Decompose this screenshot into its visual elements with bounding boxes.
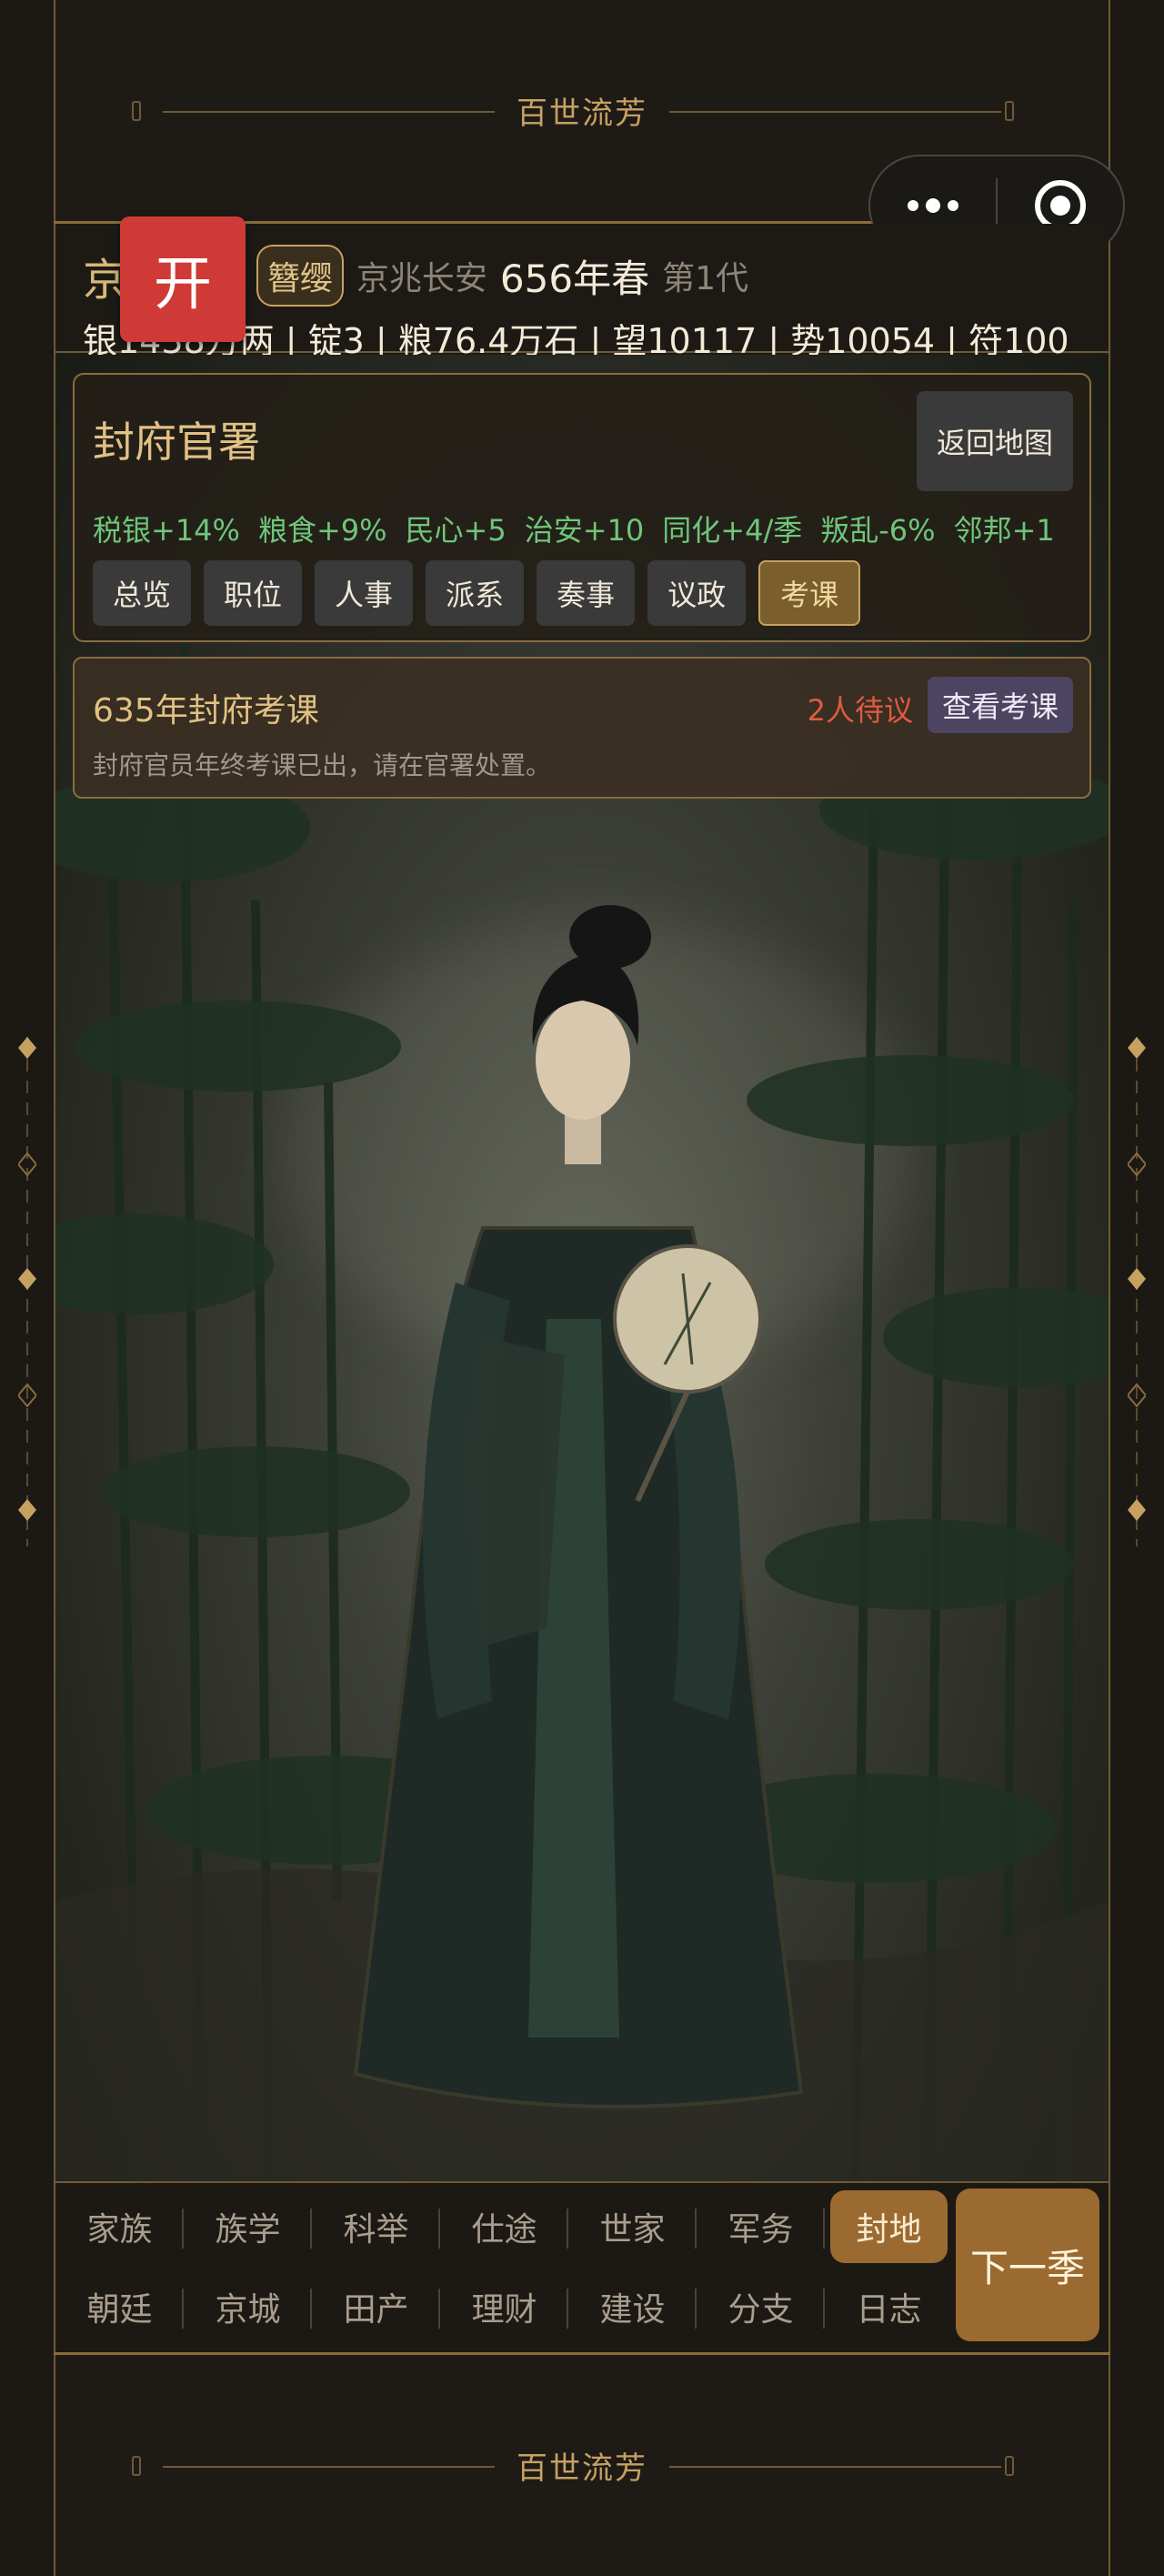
nav-capital[interactable]: 京城 [184,2270,312,2343]
bottom-nav: 家族 族学 科举 仕途 世家 军务 封地 朝廷 京城 田产 理财 建设 分支 日… [55,2181,1109,2352]
view-evaluation-button[interactable]: 查看考课 [928,677,1073,733]
stat-neighbors: 邻邦+1 [953,513,1055,548]
panel-title: 封府官署 [93,418,260,467]
location-label: 京兆长安 [356,260,487,297]
tab-deliberation[interactable]: 议政 [647,560,747,626]
right-side-ornament [1128,1037,1146,1546]
nav-imperial-exam[interactable]: 科举 [312,2190,440,2263]
tab-personnel[interactable]: 人事 [315,560,414,626]
more-options-icon[interactable] [870,198,996,213]
rank-badge: 簪缨 [256,245,344,307]
pending-count: 2人待议 [807,693,913,728]
stat-order: 治安+10 [524,513,645,548]
stat-rebellion: 叛乱-6% [820,513,936,548]
tab-positions[interactable]: 职位 [204,560,303,626]
evaluation-description: 封府官员年终考课已出，请在官署处置。 [93,750,552,780]
nav-finance[interactable]: 理财 [440,2270,568,2343]
banner-title: 百世流芳 [517,2450,647,2487]
banner-ornament [132,100,141,121]
tab-memorials[interactable]: 奏事 [537,560,636,626]
evaluation-title: 635年封府考课 [93,692,319,730]
nav-clan-school[interactable]: 族学 [184,2190,312,2263]
evaluation-card: 635年封府考课 2人待议 查看考课 封府官员年终考课已出，请在官署处置。 [73,657,1091,799]
year-season: 656年春 [499,256,650,301]
nav-construction[interactable]: 建设 [568,2270,697,2343]
tab-factions[interactable]: 派系 [426,560,525,626]
next-season-button[interactable]: 下一季 [956,2189,1099,2341]
nav-row-2: 朝廷 京城 田产 理财 建设 分支 日志 [55,2270,953,2343]
banner-line [163,110,495,113]
stat-grain: 粮食+9% [257,513,387,548]
left-side-ornament [18,1037,36,1546]
banner-ornament [1005,2455,1014,2476]
back-to-map-button[interactable]: 返回地图 [917,391,1073,491]
banner-line [669,110,1001,113]
banner-line [163,2465,495,2468]
nav-log[interactable]: 日志 [825,2270,953,2343]
bonus-stats: 税银+14% 粮食+9% 民心+5 治安+10 同化+4/季 叛乱-6% 邻邦+… [93,508,1055,549]
nav-family[interactable]: 家族 [55,2190,184,2263]
nav-estates[interactable]: 田产 [312,2270,440,2343]
banner-ornament [1005,100,1014,121]
tab-evaluation[interactable]: 考课 [758,560,861,626]
nav-branches[interactable]: 分支 [697,2270,825,2343]
panel-tabs: 总览 职位 人事 派系 奏事 议政 考课 [93,560,861,626]
office-panel: 封府官署 返回地图 税银+14% 粮食+9% 民心+5 治安+10 同化+4/季… [73,373,1091,642]
stat-tax: 税银+14% [93,513,240,548]
banner-ornament [132,2455,141,2476]
stat-morale: 民心+5 [405,513,507,548]
nav-row-1: 家族 族学 科举 仕途 世家 军务 封地 [55,2190,953,2263]
nav-military[interactable]: 军务 [697,2190,825,2263]
banner-line [669,2465,1001,2468]
nav-court[interactable]: 朝廷 [55,2270,184,2343]
bottom-banner: 百世流芳 [54,2352,1110,2576]
nav-fief[interactable]: 封地 [830,2190,948,2263]
nav-career[interactable]: 仕途 [440,2190,568,2263]
stat-assimilation: 同化+4/季 [662,513,803,548]
nav-noble-houses[interactable]: 世家 [568,2190,697,2263]
tab-overview[interactable]: 总览 [93,560,192,626]
open-button[interactable]: 开 [120,216,246,342]
banner-title: 百世流芳 [517,96,647,132]
generation-label: 第1代 [662,260,748,297]
